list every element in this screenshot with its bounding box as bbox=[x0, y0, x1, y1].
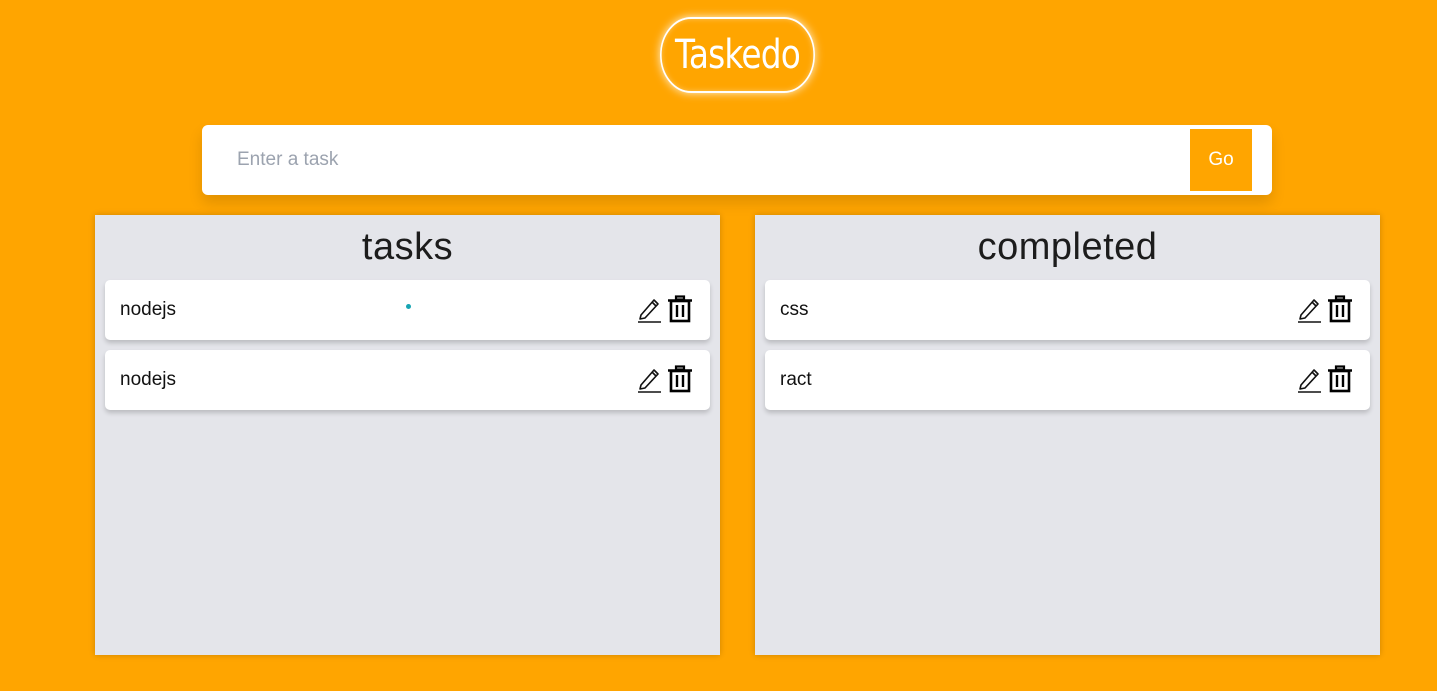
go-button[interactable]: Go bbox=[1190, 129, 1252, 191]
delete-button[interactable] bbox=[667, 365, 693, 393]
task-text: ract bbox=[780, 369, 812, 390]
task-input[interactable] bbox=[222, 133, 1182, 187]
trash-icon bbox=[1328, 365, 1352, 393]
tasks-column: tasks nodejs nodejs bbox=[95, 215, 720, 655]
task-card[interactable]: nodejs bbox=[105, 350, 710, 410]
pencil-icon bbox=[638, 369, 661, 393]
delete-button[interactable] bbox=[1327, 295, 1353, 323]
task-card[interactable]: ract bbox=[765, 350, 1370, 410]
delete-button[interactable] bbox=[667, 295, 693, 323]
app-logo: Taskedo bbox=[660, 17, 815, 93]
pencil-icon bbox=[638, 299, 661, 323]
app-page: Taskedo Go tasks nodejs bbox=[0, 0, 1437, 691]
task-form: Go bbox=[202, 125, 1272, 195]
edit-button[interactable] bbox=[637, 365, 663, 393]
task-card[interactable]: nodejs bbox=[105, 280, 710, 340]
task-text: nodejs bbox=[120, 369, 176, 390]
trash-icon bbox=[668, 365, 692, 393]
edit-button[interactable] bbox=[1297, 295, 1323, 323]
edit-button[interactable] bbox=[637, 295, 663, 323]
edit-button[interactable] bbox=[1297, 365, 1323, 393]
drag-dot bbox=[406, 304, 411, 309]
trash-icon bbox=[1328, 295, 1352, 323]
completed-column: completed css ract bbox=[755, 215, 1380, 655]
task-card[interactable]: css bbox=[765, 280, 1370, 340]
task-text: nodejs bbox=[120, 299, 176, 320]
column-title-completed: completed bbox=[977, 226, 1158, 268]
trash-icon bbox=[668, 295, 692, 323]
task-text: css bbox=[780, 299, 809, 320]
delete-button[interactable] bbox=[1327, 365, 1353, 393]
pencil-icon bbox=[1298, 299, 1321, 323]
pencil-icon bbox=[1298, 369, 1321, 393]
column-title-tasks: tasks bbox=[361, 226, 454, 268]
